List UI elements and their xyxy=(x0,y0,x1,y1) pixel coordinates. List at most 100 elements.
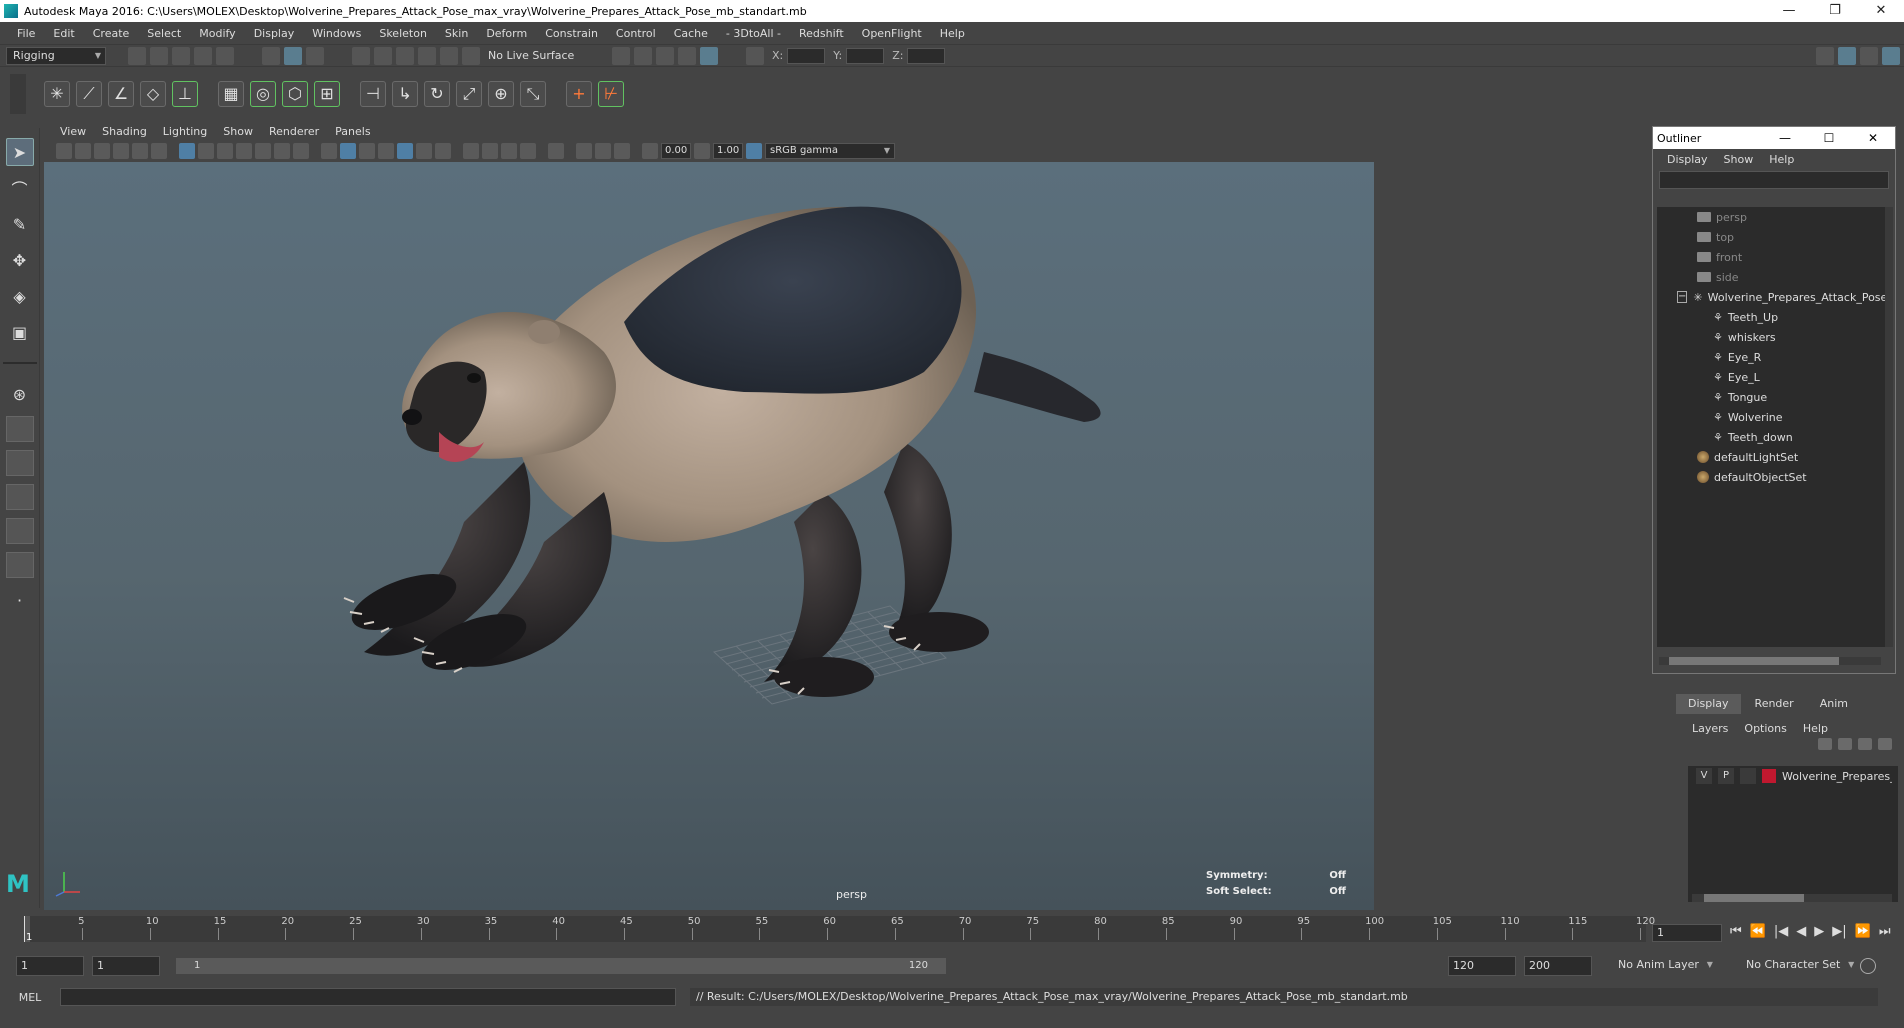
bookmark-icon[interactable] xyxy=(94,143,110,159)
live-surface-label[interactable]: No Live Surface xyxy=(484,49,584,62)
outliner-item[interactable]: defaultObjectSet xyxy=(1657,467,1885,487)
animation-start-input[interactable]: 1 xyxy=(16,956,84,976)
go-to-end-icon[interactable]: ⏭ xyxy=(1879,924,1891,939)
menu-cache[interactable]: Cache xyxy=(665,27,717,40)
image-plane-icon[interactable] xyxy=(113,143,129,159)
step-back-frame-icon[interactable]: |◀ xyxy=(1774,924,1788,939)
menu-help[interactable]: Help xyxy=(931,27,974,40)
camera-attributes-icon[interactable] xyxy=(75,143,91,159)
z-input[interactable] xyxy=(907,47,946,64)
outliner-item[interactable]: ⚘ Eye_R xyxy=(1657,347,1885,367)
outliner-item[interactable]: ⚘ Tongue xyxy=(1657,387,1885,407)
use-all-lights-icon[interactable] xyxy=(416,143,432,159)
outliner-minimize-button[interactable]: — xyxy=(1763,131,1807,145)
minimize-button[interactable]: — xyxy=(1766,0,1812,22)
shadows-icon[interactable] xyxy=(435,143,451,159)
go-to-start-icon[interactable]: ⏮ xyxy=(1730,924,1742,939)
menu-openflight[interactable]: OpenFlight xyxy=(853,27,931,40)
exposure-input[interactable]: 0.00 xyxy=(661,143,691,159)
panel-menu-panels[interactable]: Panels xyxy=(327,125,378,138)
bind-skin-icon[interactable]: ▦ xyxy=(218,80,244,107)
four-view-layout-icon[interactable] xyxy=(5,416,34,442)
gamma-icon[interactable] xyxy=(694,143,710,159)
step-forward-frame-icon[interactable]: ▶| xyxy=(1832,924,1846,939)
y-input[interactable] xyxy=(846,47,885,64)
playback-start-input[interactable]: 1 xyxy=(92,956,160,976)
outliner-vertical-scrollbar[interactable] xyxy=(1885,207,1893,647)
xray-components-icon[interactable] xyxy=(614,143,630,159)
panel-menu-shading[interactable]: Shading xyxy=(94,125,155,138)
outliner-item[interactable]: top xyxy=(1657,227,1885,247)
layer-menu-layers[interactable]: Layers xyxy=(1684,722,1736,735)
default-material-icon[interactable] xyxy=(359,143,375,159)
outliner-item[interactable]: side xyxy=(1657,267,1885,287)
menu-skeleton[interactable]: Skeleton xyxy=(370,27,436,40)
outliner-item[interactable]: persp xyxy=(1657,207,1885,227)
select-component-icon[interactable] xyxy=(306,46,324,65)
move-layer-up-icon[interactable] xyxy=(1818,738,1832,750)
character-set-dropdown[interactable]: No Character Set xyxy=(1740,956,1858,976)
time-slider[interactable]: 5 10 15 20 25 30 35 40 45 50 55 60 65 70 75 80 85 90 95 100… xyxy=(0,910,1904,944)
redo-icon[interactable] xyxy=(216,46,234,65)
color-management-icon[interactable] xyxy=(746,143,762,159)
snap-point-icon[interactable] xyxy=(396,46,414,65)
close-button[interactable]: ✕ xyxy=(1858,0,1904,22)
new-scene-icon[interactable] xyxy=(128,46,146,65)
render-view-icon[interactable] xyxy=(612,46,630,65)
layer-color-swatch[interactable] xyxy=(1762,769,1776,783)
lasso-tool-icon[interactable]: ⌒ xyxy=(6,174,34,202)
hypershade-icon[interactable] xyxy=(700,46,718,65)
select-tool-icon[interactable]: ➤ xyxy=(5,138,34,166)
outliner-item[interactable]: front xyxy=(1657,247,1885,267)
open-scene-icon[interactable] xyxy=(150,46,168,65)
menu-deform[interactable]: Deform xyxy=(477,27,536,40)
isolate-select-icon[interactable] xyxy=(548,143,564,159)
hypershade-layout-icon[interactable] xyxy=(5,552,34,578)
perspective-viewport[interactable]: persp Symmetry: Off Soft Select: Off xyxy=(44,162,1374,910)
pole-vector-icon[interactable]: ⤡ xyxy=(520,80,546,107)
transform-input-icon[interactable] xyxy=(746,46,764,65)
step-forward-key-icon[interactable]: ⏩ xyxy=(1855,924,1871,939)
layer-playback-toggle[interactable]: P xyxy=(1718,768,1734,784)
tab-anim[interactable]: Anim xyxy=(1808,694,1860,714)
outliner-menu-display[interactable]: Display xyxy=(1659,153,1716,166)
scale-constraint-icon[interactable]: ⤢ xyxy=(456,80,482,107)
snap-curve-icon[interactable] xyxy=(374,46,392,65)
menu-create[interactable]: Create xyxy=(84,27,139,40)
create-joints-icon[interactable]: ✳ xyxy=(44,80,70,107)
snap-view-plane-icon[interactable] xyxy=(418,46,436,65)
anti-aliasing-icon[interactable] xyxy=(501,143,517,159)
cluster-icon[interactable]: ⊞ xyxy=(314,80,340,107)
menu-control[interactable]: Control xyxy=(607,27,665,40)
orient-constraint-icon[interactable]: ↻ xyxy=(424,80,450,107)
range-bar[interactable]: 1 120 xyxy=(176,958,946,974)
script-language-toggle[interactable]: MEL xyxy=(0,991,60,1004)
outliner-item[interactable]: defaultLightSet xyxy=(1657,447,1885,467)
tab-display[interactable]: Display xyxy=(1676,694,1741,714)
outliner-menu-show[interactable]: Show xyxy=(1716,153,1762,166)
channel-box-icon[interactable] xyxy=(1882,46,1900,65)
outliner-item[interactable]: ⚘ Teeth_down xyxy=(1657,427,1885,447)
resolution-gate-icon[interactable] xyxy=(217,143,233,159)
outliner-title-bar[interactable]: Outliner — ☐ ✕ xyxy=(1653,127,1895,149)
locator-icon[interactable]: + xyxy=(566,80,592,107)
field-chart-icon[interactable] xyxy=(255,143,271,159)
play-forwards-icon[interactable]: ▶ xyxy=(1814,924,1824,939)
film-gate-icon[interactable] xyxy=(198,143,214,159)
anim-layer-dropdown[interactable]: No Anim Layer xyxy=(1612,956,1717,976)
panel-menu-show[interactable]: Show xyxy=(215,125,261,138)
animation-end-input[interactable]: 200 xyxy=(1524,956,1592,976)
motion-blur-icon[interactable] xyxy=(482,143,498,159)
graph-layout-icon[interactable] xyxy=(5,518,34,544)
grid-icon[interactable] xyxy=(179,143,195,159)
xray-icon[interactable] xyxy=(576,143,592,159)
snap-live-icon[interactable] xyxy=(462,46,480,65)
restore-button[interactable]: ❐ xyxy=(1812,0,1858,22)
textured-icon[interactable] xyxy=(397,143,413,159)
attribute-editor-icon[interactable] xyxy=(1838,46,1856,65)
gamma-input[interactable]: 1.00 xyxy=(713,143,743,159)
snap-surface-icon[interactable] xyxy=(440,46,458,65)
mirror-joint-icon[interactable]: ◇ xyxy=(140,80,166,107)
outliner-item[interactable]: ⚘ whiskers xyxy=(1657,327,1885,347)
xray-joints-icon[interactable] xyxy=(595,143,611,159)
